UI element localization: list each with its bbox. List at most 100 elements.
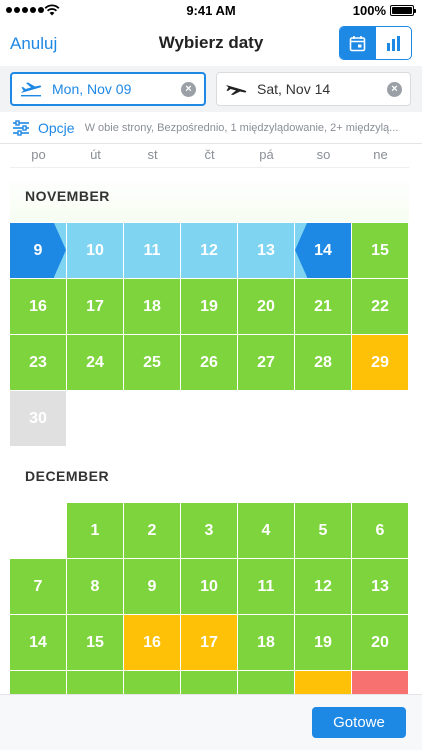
- day-number: 16: [29, 297, 47, 315]
- day-cell[interactable]: 9: [124, 559, 181, 615]
- day-cell[interactable]: 7: [10, 559, 67, 615]
- day-number: 29: [371, 353, 389, 371]
- cancel-button[interactable]: Anuluj: [10, 34, 57, 54]
- day-cell[interactable]: 25: [124, 335, 181, 391]
- day-cell[interactable]: 5: [295, 503, 352, 559]
- day-number: 9: [147, 577, 157, 595]
- day-cell-return[interactable]: 14: [295, 223, 352, 279]
- calendar-view-button[interactable]: [340, 27, 375, 59]
- day-cell[interactable]: [352, 671, 409, 694]
- day-cell[interactable]: 26: [181, 335, 238, 391]
- footer-bar: Gotowe: [0, 694, 422, 750]
- day-cell[interactable]: [181, 671, 238, 694]
- day-number: 25: [143, 353, 161, 371]
- month-grid-december: 1 2 3 4 5 6 7 8 9 10 11 12 13 14 15 16 17 18 19 20: [10, 503, 409, 694]
- day-number: 17: [200, 633, 218, 651]
- day-number: 6: [375, 521, 385, 539]
- day-cell[interactable]: 6: [352, 503, 409, 559]
- day-cell[interactable]: 1: [67, 503, 124, 559]
- battery-icon: [390, 5, 416, 16]
- navigation-bar: Anuluj Wybierz daty: [0, 22, 422, 66]
- weekday-label: so: [316, 147, 331, 162]
- day-cell[interactable]: [295, 671, 352, 694]
- day-cell[interactable]: 8: [67, 559, 124, 615]
- day-cell[interactable]: [67, 671, 124, 694]
- options-bar[interactable]: Opcje W obie strony, Bezpośrednio, 1 mię…: [0, 112, 422, 144]
- battery-percentage: 100%: [352, 3, 386, 18]
- clear-outbound-button[interactable]: ×: [181, 81, 196, 97]
- day-number: 14: [314, 241, 332, 259]
- day-cell[interactable]: 17: [67, 279, 124, 335]
- day-cell[interactable]: 20: [352, 615, 409, 671]
- day-cell[interactable]: 18: [124, 279, 181, 335]
- day-cell[interactable]: 4: [238, 503, 295, 559]
- departure-plane-icon: [21, 82, 42, 97]
- day-cell[interactable]: 2: [124, 503, 181, 559]
- day-cell[interactable]: 16: [124, 615, 181, 671]
- day-cell[interactable]: 12: [295, 559, 352, 615]
- date-fields: Mon, Nov 09 × Sat, Nov 14 ×: [0, 66, 422, 112]
- day-number: 15: [86, 633, 104, 651]
- outbound-date-field[interactable]: Mon, Nov 09 ×: [10, 72, 206, 106]
- day-cell[interactable]: 28: [295, 335, 352, 391]
- day-cell[interactable]: 14: [10, 615, 67, 671]
- day-number: 17: [86, 297, 104, 315]
- done-button[interactable]: Gotowe: [312, 707, 406, 738]
- day-cell[interactable]: 10: [181, 559, 238, 615]
- day-cell[interactable]: [10, 671, 67, 694]
- options-summary: W obie strony, Bezpośrednio, 1 międzyląd…: [84, 121, 399, 134]
- day-cell[interactable]: 18: [238, 615, 295, 671]
- day-number: 10: [200, 577, 218, 595]
- clear-return-button[interactable]: ×: [387, 81, 402, 97]
- day-number: 15: [371, 241, 389, 259]
- day-cell[interactable]: 19: [295, 615, 352, 671]
- day-cell-in-range[interactable]: 11: [124, 223, 181, 279]
- return-date-field[interactable]: Sat, Nov 14 ×: [216, 72, 411, 106]
- day-cell[interactable]: 16: [10, 279, 67, 335]
- day-number: 12: [314, 577, 332, 595]
- day-number: 26: [200, 353, 218, 371]
- weekday-label: po: [31, 147, 46, 162]
- day-number: 21: [314, 297, 332, 315]
- day-cell[interactable]: [124, 671, 181, 694]
- view-toggle: [339, 26, 412, 60]
- day-cell: 30: [10, 391, 67, 447]
- day-number: 28: [314, 353, 332, 371]
- filter-sliders-icon: [13, 119, 29, 136]
- day-number: 4: [261, 521, 271, 539]
- options-label: Opcje: [38, 119, 75, 136]
- day-cell[interactable]: 3: [181, 503, 238, 559]
- day-cell[interactable]: 23: [10, 335, 67, 391]
- day-cell[interactable]: 20: [238, 279, 295, 335]
- day-cell-in-range[interactable]: 10: [67, 223, 124, 279]
- calendar-scroll-area[interactable]: NOVEMBER 9 10 11 12 13 14 15 16 17 18 19 20 21 22 23 24…: [0, 168, 422, 694]
- day-cell[interactable]: 22: [352, 279, 409, 335]
- day-cell-in-range[interactable]: 12: [181, 223, 238, 279]
- day-cell[interactable]: 15: [67, 615, 124, 671]
- day-cell-departure[interactable]: 9: [10, 223, 67, 279]
- calendar-icon: [349, 35, 366, 51]
- day-cell[interactable]: 15: [352, 223, 409, 279]
- day-number: 19: [200, 297, 218, 315]
- day-cell[interactable]: [238, 671, 295, 694]
- chart-view-button[interactable]: [375, 27, 411, 59]
- day-number: 5: [318, 521, 328, 539]
- weekday-label: ne: [373, 147, 388, 162]
- day-cell[interactable]: 11: [238, 559, 295, 615]
- day-number: 19: [314, 633, 332, 651]
- return-date-value: Sat, Nov 14: [257, 81, 331, 97]
- day-number: 3: [204, 521, 214, 539]
- month-title-december: DECEMBER: [25, 468, 110, 484]
- day-number: 20: [257, 297, 275, 315]
- day-cell[interactable]: 17: [181, 615, 238, 671]
- day-cell[interactable]: 21: [295, 279, 352, 335]
- day-cell-in-range[interactable]: 13: [238, 223, 295, 279]
- day-cell[interactable]: 27: [238, 335, 295, 391]
- day-cell[interactable]: 19: [181, 279, 238, 335]
- day-cell[interactable]: 13: [352, 559, 409, 615]
- day-cell[interactable]: 29: [352, 335, 409, 391]
- day-number: 1: [90, 521, 100, 539]
- status-bar: 9:41 AM 100%: [0, 0, 422, 22]
- arrival-plane-icon: [226, 85, 247, 95]
- day-cell[interactable]: 24: [67, 335, 124, 391]
